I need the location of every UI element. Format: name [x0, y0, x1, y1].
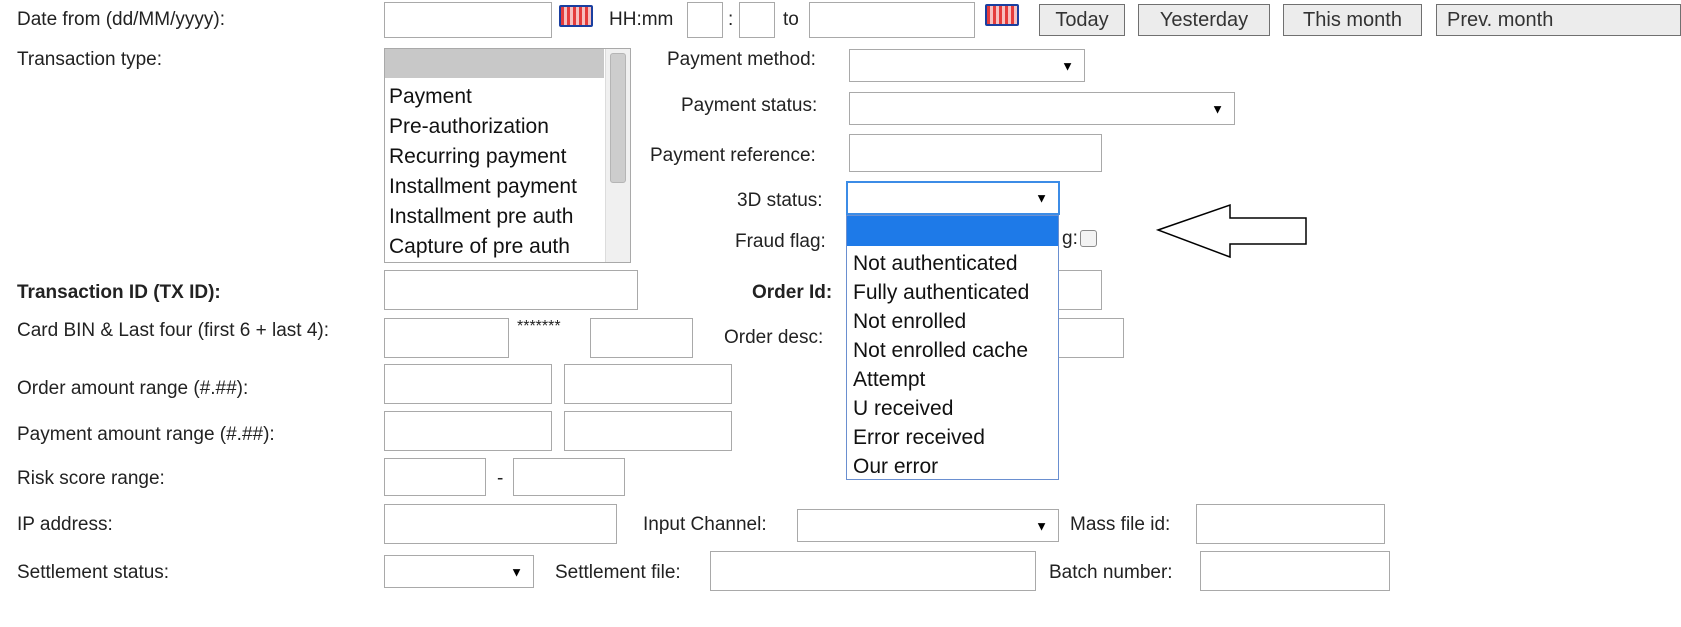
fraud-flag-label: Fraud flag:	[735, 231, 826, 252]
batch-number-input[interactable]	[1200, 551, 1390, 591]
settlement-status-select[interactable]: ▼	[384, 555, 534, 588]
dropdown-option[interactable]: U received	[847, 394, 1058, 423]
scrollbar-thumb[interactable]	[610, 53, 626, 183]
chevron-down-icon: ▼	[1061, 58, 1074, 73]
payment-method-select[interactable]: ▼	[849, 49, 1085, 82]
hhmm-label: HH:mm	[609, 9, 674, 30]
dropdown-option[interactable]: Not authenticated	[847, 249, 1058, 278]
card-last-four-input[interactable]	[590, 318, 693, 358]
risk-score-range-label: Risk score range:	[17, 468, 165, 489]
order-amount-max-input[interactable]	[564, 364, 732, 404]
batch-number-label: Batch number:	[1049, 562, 1173, 583]
3d-status-dropdown[interactable]: Not authenticated Fully authenticated No…	[846, 215, 1059, 480]
payment-amount-max-input[interactable]	[564, 411, 732, 451]
list-item[interactable]: Capture of pre auth	[385, 232, 570, 262]
dropdown-option[interactable]	[847, 216, 1058, 246]
card-bin-input[interactable]	[384, 318, 509, 358]
calendar-icon[interactable]	[985, 4, 1019, 26]
ip-address-input[interactable]	[384, 504, 617, 544]
settlement-status-label: Settlement status:	[17, 562, 170, 583]
settlement-file-input[interactable]	[710, 551, 1036, 591]
3d-status-label: 3D status:	[737, 190, 823, 211]
payment-method-label: Payment method:	[667, 49, 816, 70]
list-item[interactable]: Pre-authorization	[385, 112, 549, 142]
hidden-flag-label-fragment: g:	[1062, 228, 1078, 249]
list-item[interactable]: Installment payment	[385, 172, 577, 202]
payment-status-label: Payment status:	[681, 95, 818, 116]
input-channel-label: Input Channel:	[643, 514, 767, 535]
input-channel-select[interactable]: ▼	[797, 509, 1059, 542]
minute-input[interactable]	[739, 2, 775, 38]
chevron-down-icon: ▼	[510, 564, 523, 579]
risk-score-min-input[interactable]	[384, 458, 486, 496]
card-bin-label: Card BIN & Last four (first 6 + last 4):	[17, 320, 330, 341]
risk-score-max-input[interactable]	[513, 458, 625, 496]
chevron-down-icon: ▼	[1035, 518, 1048, 533]
dropdown-option[interactable]: Error received	[847, 423, 1058, 452]
transaction-type-label: Transaction type:	[17, 49, 163, 70]
chevron-down-icon: ▼	[1211, 101, 1224, 116]
hour-input[interactable]	[687, 2, 723, 38]
yesterday-button[interactable]: Yesterday	[1138, 4, 1270, 36]
date-from-input[interactable]	[384, 2, 552, 38]
payment-amount-range-label: Payment amount range (#.##):	[17, 424, 275, 445]
order-desc-label: Order desc:	[724, 327, 824, 348]
payment-status-select[interactable]: ▼	[849, 92, 1235, 125]
dropdown-option[interactable]: Attempt	[847, 365, 1058, 394]
time-separator: :	[728, 9, 734, 30]
settlement-file-label: Settlement file:	[555, 562, 681, 583]
range-dash: -	[497, 468, 504, 489]
payment-amount-min-input[interactable]	[384, 411, 552, 451]
ip-address-label: IP address:	[17, 514, 113, 535]
mass-file-id-label: Mass file id:	[1070, 514, 1171, 535]
order-id-label: Order Id:	[752, 282, 833, 303]
dropdown-option[interactable]: Fully authenticated	[847, 278, 1058, 307]
to-label: to	[783, 9, 799, 30]
order-amount-min-input[interactable]	[384, 364, 552, 404]
dropdown-option[interactable]: Not enrolled cache	[847, 336, 1058, 365]
today-button[interactable]: Today	[1039, 4, 1125, 36]
dropdown-option[interactable]: Not enrolled	[847, 307, 1058, 336]
chevron-down-icon: ▼	[1035, 190, 1048, 206]
3d-status-select[interactable]: ▼	[846, 181, 1060, 215]
date-from-label: Date from (dd/MM/yyyy):	[17, 9, 225, 30]
this-month-button[interactable]: This month	[1283, 4, 1422, 36]
left-arrow-icon	[1156, 203, 1307, 259]
list-item[interactable]: Payment	[385, 82, 472, 112]
dropdown-option[interactable]: Our error	[847, 452, 1058, 481]
calendar-icon[interactable]	[559, 5, 593, 27]
transaction-id-input[interactable]	[384, 270, 638, 310]
masked-digits: *******	[517, 318, 561, 335]
payment-reference-label: Payment reference:	[650, 145, 816, 166]
list-item[interactable]: Installment pre auth	[385, 202, 573, 232]
payment-reference-input[interactable]	[849, 134, 1102, 172]
order-amount-range-label: Order amount range (#.##):	[17, 378, 249, 399]
list-item[interactable]: Recurring payment	[385, 142, 566, 172]
mass-file-id-input[interactable]	[1196, 504, 1385, 544]
prev-month-button[interactable]: Prev. month	[1436, 4, 1681, 36]
flag-checkbox[interactable]	[1080, 230, 1097, 247]
date-to-input[interactable]	[809, 2, 975, 38]
transaction-id-label: Transaction ID (TX ID):	[17, 282, 221, 303]
list-item[interactable]	[385, 49, 604, 78]
transaction-type-listbox[interactable]: Payment Pre-authorization Recurring paym…	[384, 48, 631, 263]
